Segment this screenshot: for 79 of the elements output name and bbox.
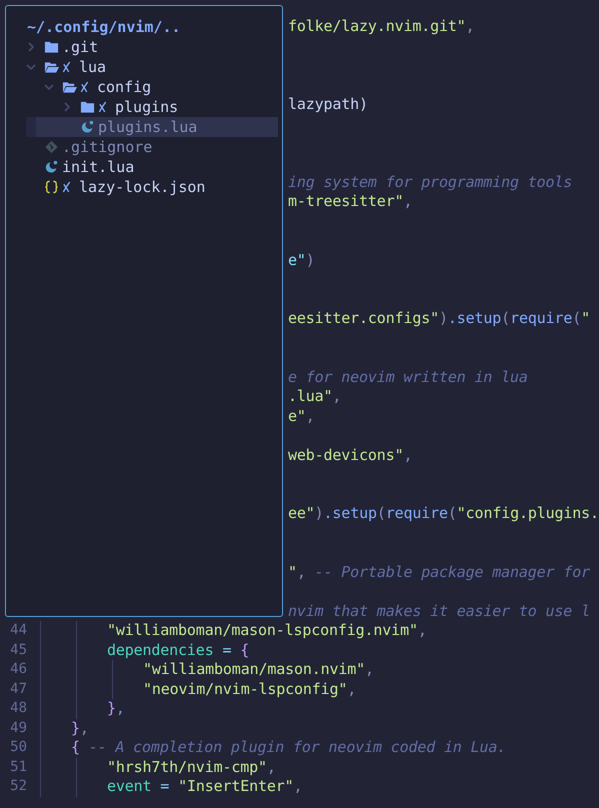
tree-item[interactable]: .git [26,37,278,57]
code-token: "williamboman/mason.nvim" [143,660,366,680]
line-number: 47 [10,680,27,698]
tree-item[interactable]: .gitignore [26,137,278,157]
line-number: 49 [10,718,27,738]
code-token: , [347,680,356,699]
code-token: , [296,562,307,582]
code-token: e" [288,406,306,426]
code-token: = [159,777,170,796]
code-token: , [403,192,412,212]
code-token: eesitter.configs" [288,309,439,328]
lua-file-icon [44,160,59,174]
code-token: , [332,387,342,406]
code-token: ( [376,504,386,524]
code-token: ( [572,309,582,328]
code-token: , [80,718,89,738]
code-token: lazypath) [288,94,368,114]
tree-item[interactable]: init.lua [26,157,278,177]
code-token: ( [501,309,510,328]
line-number: 50 [10,738,27,757]
line-number: 51 [10,758,27,776]
code-token: ) [438,309,448,328]
code-token: ( [448,504,457,524]
code-token: , [294,777,302,796]
tree-item[interactable]: config [26,77,278,97]
code-token: web-devicons" [288,446,404,465]
code-token: .setup [448,309,502,328]
code-token: event [107,777,152,796]
code-token: nvim that makes it easier to use l [288,602,590,621]
code-token: , [418,621,427,640]
line-number: 52 [10,777,27,796]
code-token: } [107,699,116,718]
code-token: " [581,309,590,328]
code-token: ing system for programming tools [288,172,572,192]
code-token: "williamboman/mason-lspconfig.nvim" [107,621,418,640]
tree-item[interactable]: lua [26,57,278,77]
tree-item[interactable]: plugins.lua [26,117,278,137]
code-token: -- A completion plugin for neovim coded in Lua. [88,738,506,758]
code-token: "config.plugins. [456,504,599,524]
tree-root-path: ~/.config/nvim/.. [26,17,182,37]
line-number: 44 [10,621,27,640]
code-token: dependencies [107,640,214,660]
tree-item[interactable]: plugins [26,97,278,117]
code-token: require [510,309,572,328]
line-number: 46 [10,660,27,679]
line-number: 45 [10,640,27,660]
lua-file-icon [80,120,95,134]
code-token: .lua" [288,387,332,406]
tree-item[interactable]: lazy-lock.json [26,177,278,197]
code-token: , [266,758,276,777]
code-token: "neovim/nvim-lspconfig" [143,680,348,699]
code-token: folke/lazy.nvim.git" [288,16,466,36]
code-token: require [386,504,448,524]
code-token: { [71,738,80,758]
git-icon [44,140,59,154]
line-number: 48 [10,699,27,718]
code-token: ) [306,250,315,270]
code-token: , [116,699,125,718]
code-token: , [403,446,412,465]
code-token: -- Portable package manager for [314,562,590,582]
code-token: e" [288,250,306,270]
code-token: "InsertEnter" [178,777,294,796]
code-token: , [365,660,374,680]
code-token: m-treesitter" [288,192,404,212]
code-token: ee" [288,504,315,524]
code-token: ) [314,504,324,524]
folder-icon [44,40,59,54]
code-token: "hrsh7th/nvim-cmp" [107,758,267,777]
code-token: = [221,640,232,660]
code-token: , [306,406,315,426]
open-folder-icon [44,60,59,74]
open-folder-icon [62,80,77,94]
code-token: , [466,16,475,36]
code-token: e for neovim written in lua [288,368,528,387]
code-token: { [240,640,250,660]
folder-icon [80,100,95,114]
code-token: " [288,562,297,582]
code-token: } [71,718,80,738]
code-token: .setup [324,504,377,524]
